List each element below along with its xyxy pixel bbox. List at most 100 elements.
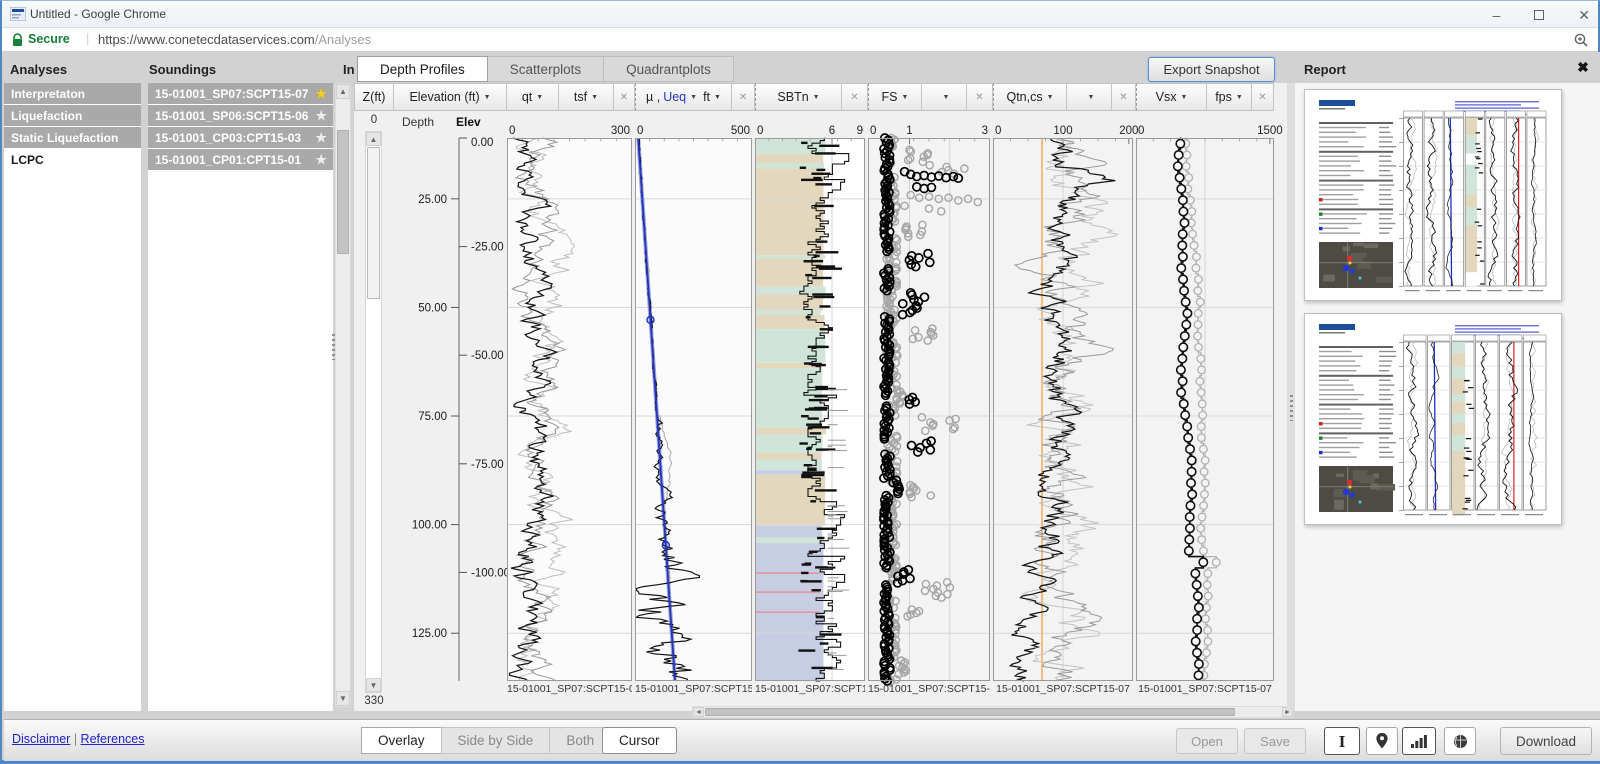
tab-scatterplots[interactable]: Scatterplots [488,56,604,82]
plot-panel-fs[interactable]: 01315-01001_SP07:SCPT15-07 [868,111,990,699]
zoom-icon[interactable] [1574,33,1589,48]
map-pin-button[interactable] [1366,727,1398,755]
axis-tick-label: 0 [509,125,515,137]
sounding-item[interactable]: 15-01001_CP01:CPT15-01★ [148,149,333,171]
plot-canvas-u[interactable] [635,138,752,681]
svg-text:50.00: 50.00 [418,302,447,314]
plot-panel-u[interactable]: 050015-01001_SP07:SCPT15-07 [635,111,752,699]
sounding-item[interactable]: 15-01001_CP03:CPT15-03★ [148,127,333,149]
star-icon[interactable]: ★ [315,105,327,127]
pin-icon [1376,733,1388,749]
plot-canvas-fs[interactable] [868,138,990,681]
chart-horizontal-scrollbar[interactable]: ◄ ► [692,706,1294,718]
depth-scroll-up-arrow[interactable]: ▲ [366,132,381,146]
footer-toolbar: Disclaimer | References OverlaySide by S… [4,719,1600,761]
column-header-elevation[interactable]: Elevation (ft)▼ [394,83,507,111]
panel-splitter-grip[interactable] [332,334,335,360]
maximize-button[interactable] [1534,10,1544,20]
star-icon[interactable]: ★ [315,83,327,105]
column-header-qtncs[interactable]: Qtn,cs▼ [993,83,1067,111]
bar-chart-icon [1411,734,1427,748]
plot-panel-sbtn[interactable]: 06915-01001_SP07:SCPT15-07 [755,111,865,699]
column-header-vsx-unit[interactable]: fps▼ [1207,83,1252,111]
axis-tick-label: 1 [906,125,912,137]
report-page-thumbnail[interactable] [1304,89,1562,301]
close-qtncs-column-icon[interactable]: ✕ [1112,83,1136,111]
close-vsx-column-icon[interactable]: ✕ [1252,83,1274,111]
plot-axis-row: 069 [755,111,865,138]
plot-panel-vsx[interactable]: 0150015-01001_SP07:SCPT15-07 [1136,111,1274,699]
scrollbar-thumb[interactable] [337,130,349,254]
analyses-item-static-liquefaction[interactable]: Static Liquefaction [4,127,141,149]
sounding-item[interactable]: 15-01001_SP06:SCPT15-06★ [148,105,333,127]
svg-text:-50.00: -50.00 [471,350,504,362]
plot-canvas-qt[interactable] [507,138,632,681]
view-mode-overlay[interactable]: Overlay [361,727,442,754]
link-references[interactable]: References [81,732,145,746]
z-range-bottom: 330 [354,695,394,707]
close-fs-column-icon[interactable]: ✕ [967,83,993,111]
close-qt-column-icon[interactable]: ✕ [614,83,635,111]
svg-text:125.00: 125.00 [412,628,447,640]
url-text[interactable]: https://www.conetecdataservices.com/Anal… [98,32,371,47]
view-tabs: Depth ProfilesScatterplotsQuadrantplots [357,56,734,82]
text-annotation-button[interactable]: I [1324,727,1360,755]
column-header-u[interactable]: µ ,Ueq▼ft▼ [635,83,732,111]
plot-sounding-label: 15-01001_SP07:SCPT15-07 [868,683,990,698]
close-sbtn-column-icon[interactable]: ✕ [842,83,868,111]
close-u-column-icon[interactable]: ✕ [732,83,755,111]
lock-icon [12,33,23,47]
column-header-vsx[interactable]: Vsx▼ [1136,83,1207,111]
chart-view-button[interactable] [1402,727,1436,755]
h-scrollbar-thumb[interactable] [705,708,1235,716]
analyses-item-interpretaton[interactable]: Interpretaton [4,83,141,105]
report-page-thumbnail[interactable] [1304,313,1562,525]
column-header-fs[interactable]: FS▼ [868,83,922,111]
plot-canvas-qtncs[interactable] [993,138,1133,681]
plot-canvas-sbtn[interactable] [755,138,865,681]
close-button[interactable]: ✕ [1578,8,1590,22]
column-header-qtncs-option[interactable]: ▼ [1067,83,1112,111]
report-splitter[interactable] [1287,83,1295,711]
column-header-fs-option[interactable]: ▼ [922,83,967,111]
z-range-top: 0 [354,114,394,126]
inputs-scrollbar[interactable]: ▲ ▼ [335,83,351,707]
plot-sounding-label: 15-01001_SP07:SCPT15-07 [507,683,632,698]
column-header-qt-unit[interactable]: tsf▼ [559,83,614,111]
sounding-item[interactable]: 15-01001_SP07:SCPT15-07★ [148,83,333,105]
tab-depth-profiles[interactable]: Depth Profiles [357,56,488,82]
open-button[interactable]: Open [1176,728,1238,754]
column-header-z[interactable]: Z(ft) [354,83,394,111]
depth-scrollbar[interactable]: ▲ ▼ [365,131,382,693]
address-bar[interactable]: Secure | https://www.conetecdataservices… [2,28,1598,52]
plot-panel-qtncs[interactable]: 010020015-01001_SP07:SCPT15-07 [993,111,1133,699]
plot-panel-qt[interactable]: 030015-01001_SP07:SCPT15-07 [507,111,632,699]
report-panel [1295,83,1600,711]
link-disclaimer[interactable]: Disclaimer [12,732,70,746]
export-snapshot-button[interactable]: Export Snapshot [1148,57,1275,82]
download-button[interactable]: Download [1500,727,1592,755]
scroll-left-arrow[interactable]: ◄ [693,707,704,717]
depth-scrollbar-thumb[interactable] [367,147,380,299]
minimize-button[interactable]: – [1492,8,1500,22]
view-mode-side-by-side[interactable]: Side by Side [441,727,551,754]
scroll-up-arrow[interactable]: ▲ [336,84,350,99]
save-button[interactable]: Save [1244,728,1306,754]
analyses-item-liquefaction[interactable]: Liquefaction [4,105,141,127]
report-splitter-grip[interactable] [1290,395,1293,421]
report-close-icon[interactable]: ✖ [1572,59,1594,79]
title-bar: Untitled - Google Chrome – ✕ [2,1,1598,28]
depth-scroll-down-arrow[interactable]: ▼ [366,678,381,692]
star-icon[interactable]: ★ [315,127,327,149]
scroll-down-arrow[interactable]: ▼ [336,691,350,706]
cursor-button[interactable]: Cursor [602,727,677,754]
plot-canvas-vsx[interactable] [1136,138,1274,681]
analyses-item-lcpc[interactable]: LCPC [4,149,141,171]
map-view-button[interactable] [1444,727,1476,755]
axis-tick-label: 3 [982,125,988,137]
column-header-qt[interactable]: qt▼ [507,83,559,111]
star-icon[interactable]: ★ [315,149,327,171]
tab-quadrantplots[interactable]: Quadrantplots [604,56,734,82]
plot-axis-row: 0100200 [993,111,1133,138]
column-header-sbtn[interactable]: SBTn▼ [755,83,842,111]
